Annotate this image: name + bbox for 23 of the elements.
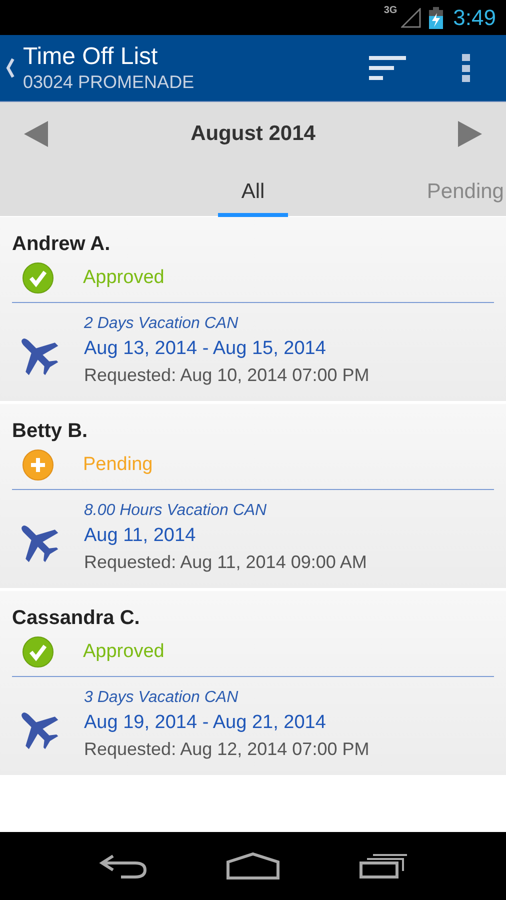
request-card[interactable]: Betty B. Pending 8.00 Hours Vacation CAN Aug 11, 2014 Requested: Aug 11, 2014 09:00 AM	[0, 404, 506, 588]
employee-name: Andrew A.	[12, 233, 112, 256]
clock-time: 3:49	[453, 4, 496, 30]
leave-type: 3 Days Vacation CAN	[84, 688, 240, 708]
leave-dates: Aug 11, 2014	[84, 524, 197, 548]
request-card[interactable]: Cassandra C. Approved 3 Days Vacation CAN Aug 19, 2014 - Aug 21, 2014 Requested: Aug 12, 2014 07:00 PM	[0, 591, 506, 775]
requested-date: Requested: Aug 11, 2014 09:00 AM	[84, 551, 367, 574]
requested-date: Requested: Aug 10, 2014 07:00 PM	[84, 364, 370, 387]
status-label: Pending	[83, 454, 153, 476]
leave-type: 2 Days Vacation CAN	[84, 314, 240, 334]
request-card[interactable]: Andrew A. Approved 2 Days Vacation CAN Aug 13, 2014 - Aug 15, 2014 Requested: Aug 10, 2014 07:00 PM	[0, 217, 506, 401]
status-label: Approved	[83, 267, 164, 289]
leave-dates: Aug 19, 2014 - Aug 21, 2014	[84, 711, 327, 735]
screen-title: Time Off List	[23, 43, 159, 71]
leave-type: 8.00 Hours Vacation CAN	[84, 501, 268, 521]
leave-dates: Aug 13, 2014 - Aug 15, 2014	[84, 337, 327, 361]
store-subtitle: 03024 PROMENADE	[23, 71, 196, 93]
status-label: Approved	[83, 641, 164, 663]
month-label: August 2014	[190, 122, 316, 146]
network-type: 3G	[384, 5, 398, 16]
employee-name: Betty B.	[12, 420, 89, 443]
employee-name: Cassandra C.	[12, 607, 141, 630]
requested-date: Requested: Aug 12, 2014 07:00 PM	[84, 738, 370, 761]
